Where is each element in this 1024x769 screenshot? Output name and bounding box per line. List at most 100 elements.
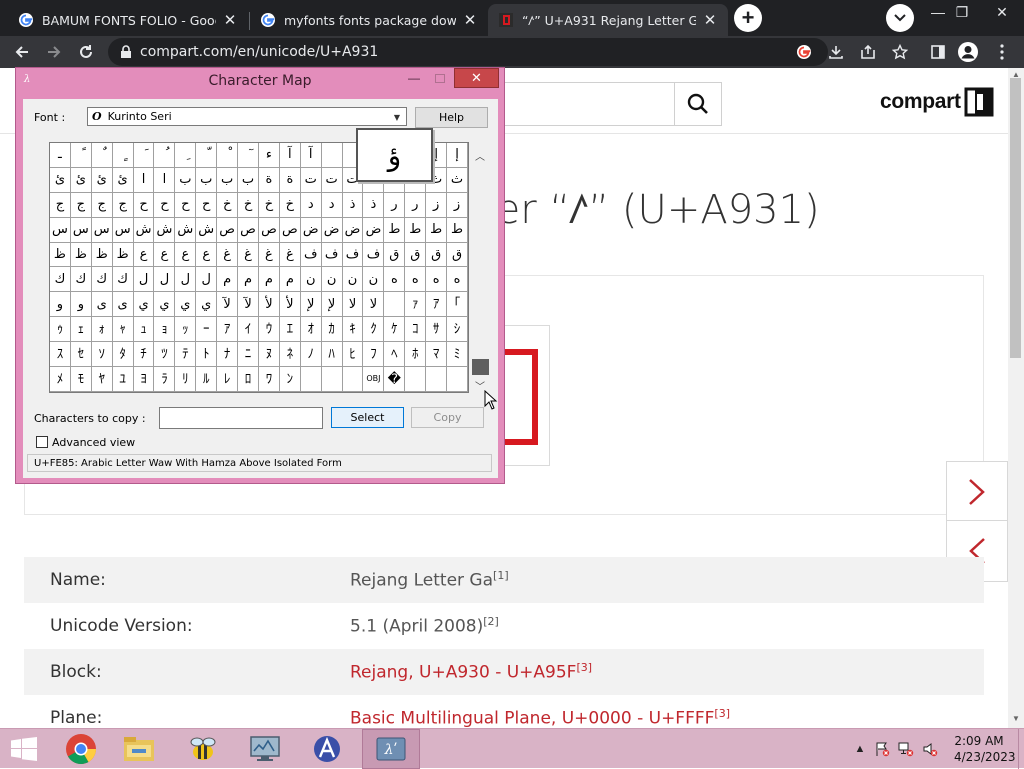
character-cell[interactable]: ع	[154, 242, 176, 268]
character-cell[interactable]	[447, 367, 468, 392]
character-cell[interactable]: OBJ	[363, 367, 385, 392]
grid-scroll-thumb[interactable]	[472, 359, 489, 375]
character-cell[interactable]: ٍ	[112, 143, 134, 168]
character-cell[interactable]: ｭ	[133, 317, 155, 343]
character-cell[interactable]	[300, 367, 322, 392]
character-cell[interactable]: ع	[196, 242, 218, 268]
grid-scrollbar[interactable]: ︿ ﹀	[471, 142, 489, 393]
character-cell[interactable]: ｶ	[321, 317, 343, 343]
character-cell[interactable]	[321, 143, 343, 168]
show-desktop-button[interactable]	[1018, 729, 1024, 769]
character-cell[interactable]: لإ	[321, 292, 343, 318]
profile-avatar-icon[interactable]	[956, 40, 980, 64]
character-cell[interactable]: ج	[91, 192, 113, 218]
character-cell[interactable]: ظ	[91, 242, 113, 268]
start-button[interactable]	[10, 737, 38, 761]
forward-button[interactable]	[42, 40, 66, 64]
character-cell[interactable]: ك	[50, 267, 71, 293]
taskbar-monitor-app[interactable]	[236, 729, 294, 769]
character-cell[interactable]: ظ	[112, 242, 134, 268]
character-cell[interactable]: ｱ	[217, 317, 239, 343]
character-cell[interactable]: ｬ	[112, 317, 134, 343]
tab-search-button[interactable]	[886, 4, 914, 32]
tab-myfonts[interactable]: myfonts fonts package downloa ✕	[250, 4, 488, 36]
character-cell[interactable]: غ	[217, 242, 239, 268]
character-cell[interactable]: ﾐ	[447, 342, 468, 368]
character-cell[interactable]: ّ	[196, 143, 218, 168]
character-cell[interactable]: ﾋ	[342, 342, 364, 368]
character-cell[interactable]: ف	[300, 242, 322, 268]
character-cell[interactable]	[384, 292, 406, 318]
character-cell[interactable]: ﾒ	[50, 367, 71, 392]
help-button[interactable]: Help	[415, 107, 488, 128]
character-cell[interactable]: ت	[300, 167, 322, 193]
character-cell[interactable]: ﾏ	[426, 342, 448, 368]
character-cell[interactable]: ﾛ	[238, 367, 259, 392]
site-search-button[interactable]	[674, 82, 722, 126]
character-cell[interactable]: ف	[321, 242, 343, 268]
character-cell[interactable]: �	[384, 367, 406, 392]
character-cell[interactable]: ﾉ	[300, 342, 322, 368]
character-cell[interactable]: إ	[447, 143, 468, 168]
character-cell[interactable]: ى	[91, 292, 113, 318]
character-cell[interactable]: ﾄ	[196, 342, 218, 368]
character-cell[interactable]: ل	[196, 267, 218, 293]
character-cell[interactable]: ي	[175, 292, 197, 318]
character-cell[interactable]: ق	[384, 242, 406, 268]
character-cell[interactable]: ذ	[363, 192, 385, 218]
character-cell[interactable]: ض	[342, 217, 364, 243]
charmap-minimize-button[interactable]: —	[404, 68, 424, 88]
character-cell[interactable]: ب	[196, 167, 218, 193]
character-cell[interactable]: ﾂ	[154, 342, 176, 368]
character-cell[interactable]: ﾃ	[175, 342, 197, 368]
new-tab-button[interactable]: +	[734, 4, 762, 32]
plane-link[interactable]: Basic Multilingual Plane, U+0000 - U+FFF…	[350, 707, 730, 728]
tab-bamum-fonts[interactable]: BAMUM FONTS FOLIO - Google ✕	[8, 4, 248, 36]
character-cell[interactable]: لإ	[300, 292, 322, 318]
close-tab-icon[interactable]: ✕	[702, 11, 718, 29]
character-cell[interactable]: د	[300, 192, 322, 218]
character-cell[interactable]: ｰ	[196, 317, 218, 343]
character-cell[interactable]: و	[70, 292, 92, 318]
character-cell[interactable]: ا	[154, 167, 176, 193]
character-cell[interactable]: ｧ	[405, 292, 427, 318]
character-cell[interactable]: آ	[300, 143, 322, 168]
character-cell[interactable]: ض	[363, 217, 385, 243]
browser-menu-icon[interactable]	[990, 40, 1014, 64]
show-hidden-icons-chevron-icon[interactable]: ▲	[852, 741, 868, 757]
character-cell[interactable]: ي	[133, 292, 155, 318]
bookmark-star-icon[interactable]	[888, 40, 912, 64]
block-link[interactable]: Rejang, U+A930 - U+A95F[3]	[350, 661, 592, 683]
character-cell[interactable]: ع	[175, 242, 197, 268]
character-cell[interactable]: ه	[447, 267, 468, 293]
characters-to-copy-input[interactable]	[159, 407, 323, 429]
character-cell[interactable]: ي	[154, 292, 176, 318]
character-cell[interactable]: ق	[447, 242, 468, 268]
character-cell[interactable]: ن	[342, 267, 364, 293]
scroll-up-arrow[interactable]: ︿	[475, 148, 485, 163]
character-cell[interactable]: ب	[238, 167, 259, 193]
character-cell[interactable]: ص	[238, 217, 259, 243]
character-cell[interactable]: ｴ	[279, 317, 301, 343]
character-cell[interactable]: ﾓ	[70, 367, 92, 392]
tab-compart[interactable]: “ꤱ” U+A931 Rejang Letter Ga Un ✕	[488, 4, 728, 36]
character-cell[interactable]: ر	[405, 192, 427, 218]
character-cell[interactable]: ﾆ	[238, 342, 259, 368]
character-cell[interactable]	[342, 367, 364, 392]
character-cell[interactable]: ك	[112, 267, 134, 293]
volume-muted-icon[interactable]	[922, 741, 938, 757]
close-window-button[interactable]: ✕	[986, 0, 1018, 24]
character-cell[interactable]: ｾ	[70, 342, 92, 368]
page-scrollbar[interactable]: ▲ ▼	[1008, 68, 1024, 728]
character-cell[interactable]: ﾌ	[363, 342, 385, 368]
character-cell[interactable]: ﾙ	[196, 367, 218, 392]
character-cell[interactable]: ل	[154, 267, 176, 293]
character-cell[interactable]: س	[112, 217, 134, 243]
scroll-down-arrow[interactable]: ▼	[1012, 714, 1020, 723]
character-cell[interactable]: لا	[342, 292, 364, 318]
character-cell[interactable]: ه	[426, 267, 448, 293]
character-cell[interactable]: ق	[405, 242, 427, 268]
character-cell[interactable]: ة	[258, 167, 280, 193]
character-cell[interactable]: خ	[238, 192, 259, 218]
font-dropdown[interactable]: O Kurinto Seri ▼	[87, 107, 407, 126]
